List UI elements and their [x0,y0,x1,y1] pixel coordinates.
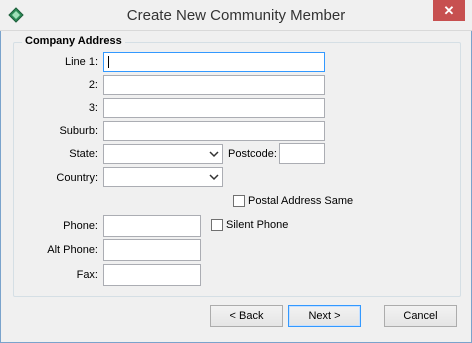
line2-label: 2: [88,79,98,91]
cancel-button[interactable]: Cancel [384,305,457,327]
postcode-label: Postcode: [228,148,277,160]
fax-input[interactable] [103,264,201,286]
window-title: Create New Community Member [126,7,346,24]
group-title: Company Address [22,35,125,47]
country-select[interactable] [103,167,223,187]
chevron-down-icon [209,151,219,158]
fax-label: Fax: [76,269,98,281]
back-button[interactable]: < Back [210,305,283,327]
line1-label: Line 1: [64,56,98,68]
line2-input[interactable] [103,75,325,95]
line3-input[interactable] [103,98,325,118]
suburb-label: Suburb: [59,125,98,137]
phone-label: Phone: [63,220,98,232]
line1-input[interactable] [103,52,325,72]
alt-phone-label: Alt Phone: [47,244,98,256]
state-select[interactable] [103,144,223,164]
close-button[interactable]: ✕ [433,0,465,21]
next-button[interactable]: Next > [288,305,361,327]
state-label: State: [69,148,98,160]
chevron-down-icon [209,174,219,181]
alt-phone-input[interactable] [103,239,201,261]
line3-label: 3: [88,102,98,114]
postcode-input[interactable] [279,143,325,164]
silent-phone-label: Silent Phone [226,219,289,231]
silent-phone-checkbox[interactable] [211,219,223,231]
text-caret [108,56,109,68]
postal-same-checkbox[interactable] [233,195,245,207]
postal-same-label: Postal Address Same [248,195,354,207]
suburb-input[interactable] [103,121,325,141]
phone-input[interactable] [103,215,201,237]
close-icon: ✕ [443,3,455,18]
title-bar: Create New Community Member ✕ [0,0,472,31]
country-label: Country: [56,172,98,184]
